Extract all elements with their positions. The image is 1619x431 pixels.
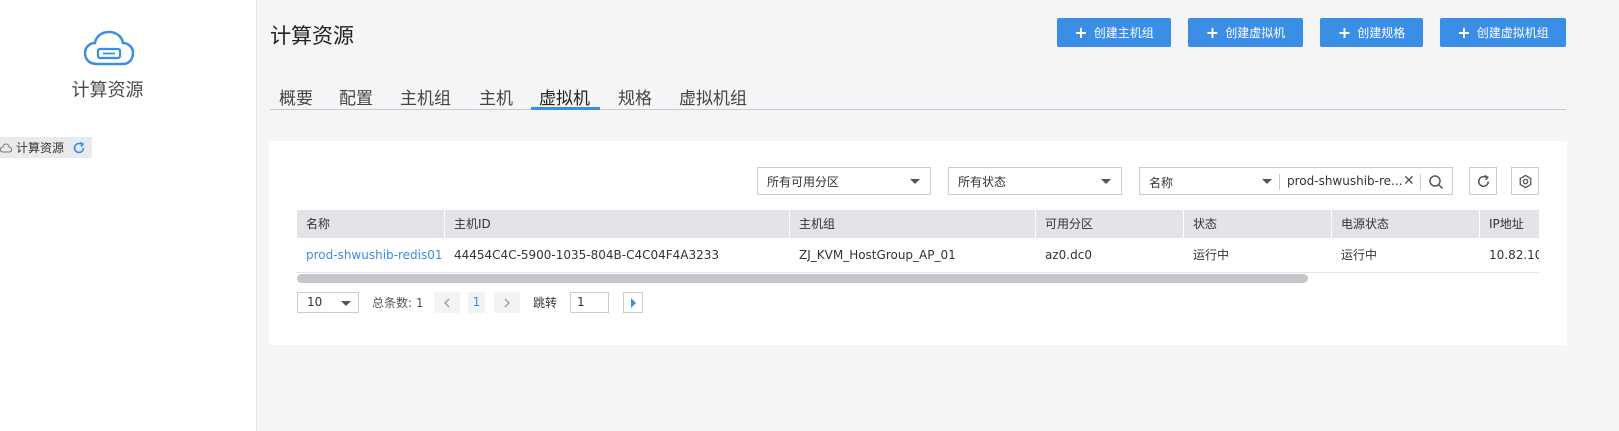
zone-filter-select[interactable]: 所有可用分区: [757, 167, 931, 195]
horizontal-scrollbar[interactable]: [297, 274, 1308, 283]
button-label: 创建主机组: [1093, 26, 1154, 40]
host-group-cell: ZJ_KVM_HostGroup_AP_01: [799, 248, 956, 262]
button-label: 创建虚拟机组: [1476, 26, 1549, 40]
column-header-power-state[interactable]: 电源状态: [1332, 210, 1480, 238]
chevron-left-icon: [444, 298, 450, 307]
caret-down-icon: [1101, 179, 1111, 184]
tab-host-group[interactable]: 主机组: [400, 84, 451, 109]
tab-bar: 概要 配置 主机组 主机 虚拟机 规格 虚拟机组: [270, 80, 1566, 110]
column-header-ip[interactable]: IP地址: [1480, 210, 1539, 238]
column-header-zone[interactable]: 可用分区: [1036, 210, 1184, 238]
tab-overview[interactable]: 概要: [279, 84, 313, 109]
column-header-name[interactable]: 名称: [297, 210, 445, 238]
vm-name-link[interactable]: prod-shwushib-redis01: [297, 238, 443, 273]
ip-cell: 10.82.10: [1489, 248, 1539, 262]
page-size-value: 10: [307, 295, 323, 309]
table-header: 名称 主机ID 主机组 可用分区 状态 电源状态 IP地址: [297, 210, 1539, 238]
close-icon[interactable]: ✕: [1403, 174, 1415, 188]
create-vm-group-button[interactable]: + 创建虚拟机组: [1440, 18, 1566, 47]
sidebar-title: 计算资源: [71, 80, 144, 101]
tab-vm[interactable]: 虚拟机: [539, 84, 590, 109]
tree-item-label: 计算资源: [16, 141, 65, 155]
create-flavor-button[interactable]: + 创建规格: [1320, 18, 1423, 47]
search-input[interactable]: prod-shwushib-re...: [1287, 174, 1403, 188]
column-header-status[interactable]: 状态: [1184, 210, 1332, 238]
settings-button[interactable]: [1511, 167, 1539, 195]
page-title: 计算资源: [270, 24, 354, 48]
play-icon: [630, 297, 636, 308]
host-id-cell: 44454C4C-5900-1035-804B-C4C04F4A3233: [454, 248, 720, 262]
power-state-cell: 运行中: [1341, 248, 1378, 262]
tab-flavor[interactable]: 规格: [618, 84, 652, 109]
status-filter-value: 所有状态: [958, 174, 1007, 189]
caret-down-icon[interactable]: [1262, 179, 1272, 184]
divider: [1420, 174, 1421, 190]
tab-config[interactable]: 配置: [339, 84, 373, 109]
jump-page-input[interactable]: 1: [570, 292, 609, 313]
search-box: 名称 prod-shwushib-re... ✕: [1139, 167, 1453, 195]
button-label: 创建虚拟机: [1225, 26, 1286, 40]
cloud-icon: [0, 142, 12, 152]
prev-page-button[interactable]: [434, 292, 460, 313]
page-size-select[interactable]: 10: [297, 292, 359, 313]
create-vm-button[interactable]: + 创建虚拟机: [1188, 18, 1303, 47]
cloud-icon: [83, 30, 135, 66]
tab-vm-group[interactable]: 虚拟机组: [679, 84, 747, 109]
status-filter-select[interactable]: 所有状态: [948, 167, 1122, 195]
status-cell: 运行中: [1193, 248, 1230, 262]
go-button[interactable]: [623, 292, 643, 313]
next-page-button[interactable]: [494, 292, 520, 313]
caret-down-icon: [341, 301, 351, 306]
table-row: prod-shwushib-redis01 44454C4C-5900-1035…: [297, 238, 1539, 273]
search-field-select[interactable]: 名称: [1149, 174, 1173, 191]
refresh-icon: [1477, 174, 1489, 187]
sidebar: 计算资源 计算资源: [0, 0, 257, 431]
divider: [1279, 174, 1280, 190]
plus-icon: +: [1205, 22, 1220, 42]
search-icon[interactable]: [1428, 174, 1444, 190]
refresh-icon[interactable]: [72, 141, 86, 155]
tab-host[interactable]: 主机: [479, 84, 513, 109]
total-count: 总条数: 1: [372, 296, 424, 310]
column-header-host-id[interactable]: 主机ID: [445, 210, 790, 238]
jump-label: 跳转: [533, 296, 558, 310]
column-header-host-group[interactable]: 主机组: [790, 210, 1036, 238]
create-host-group-button[interactable]: + 创建主机组: [1057, 18, 1171, 47]
plus-icon: +: [1337, 22, 1352, 42]
settings-icon: [1519, 174, 1531, 188]
plus-icon: +: [1074, 22, 1088, 42]
refresh-button[interactable]: [1469, 167, 1497, 195]
button-label: 创建规格: [1357, 26, 1406, 40]
plus-icon: +: [1457, 22, 1471, 42]
vm-table: 名称 主机ID 主机组 可用分区 状态 电源状态 IP地址 prod-shwus…: [297, 210, 1539, 284]
page-number[interactable]: 1: [468, 292, 485, 313]
caret-down-icon: [910, 179, 920, 184]
zone-filter-value: 所有可用分区: [767, 174, 840, 189]
tree-item-compute[interactable]: 计算资源: [0, 137, 93, 158]
chevron-right-icon: [504, 298, 510, 307]
active-tab-indicator: [531, 107, 600, 110]
zone-cell: az0.dc0: [1045, 248, 1092, 262]
